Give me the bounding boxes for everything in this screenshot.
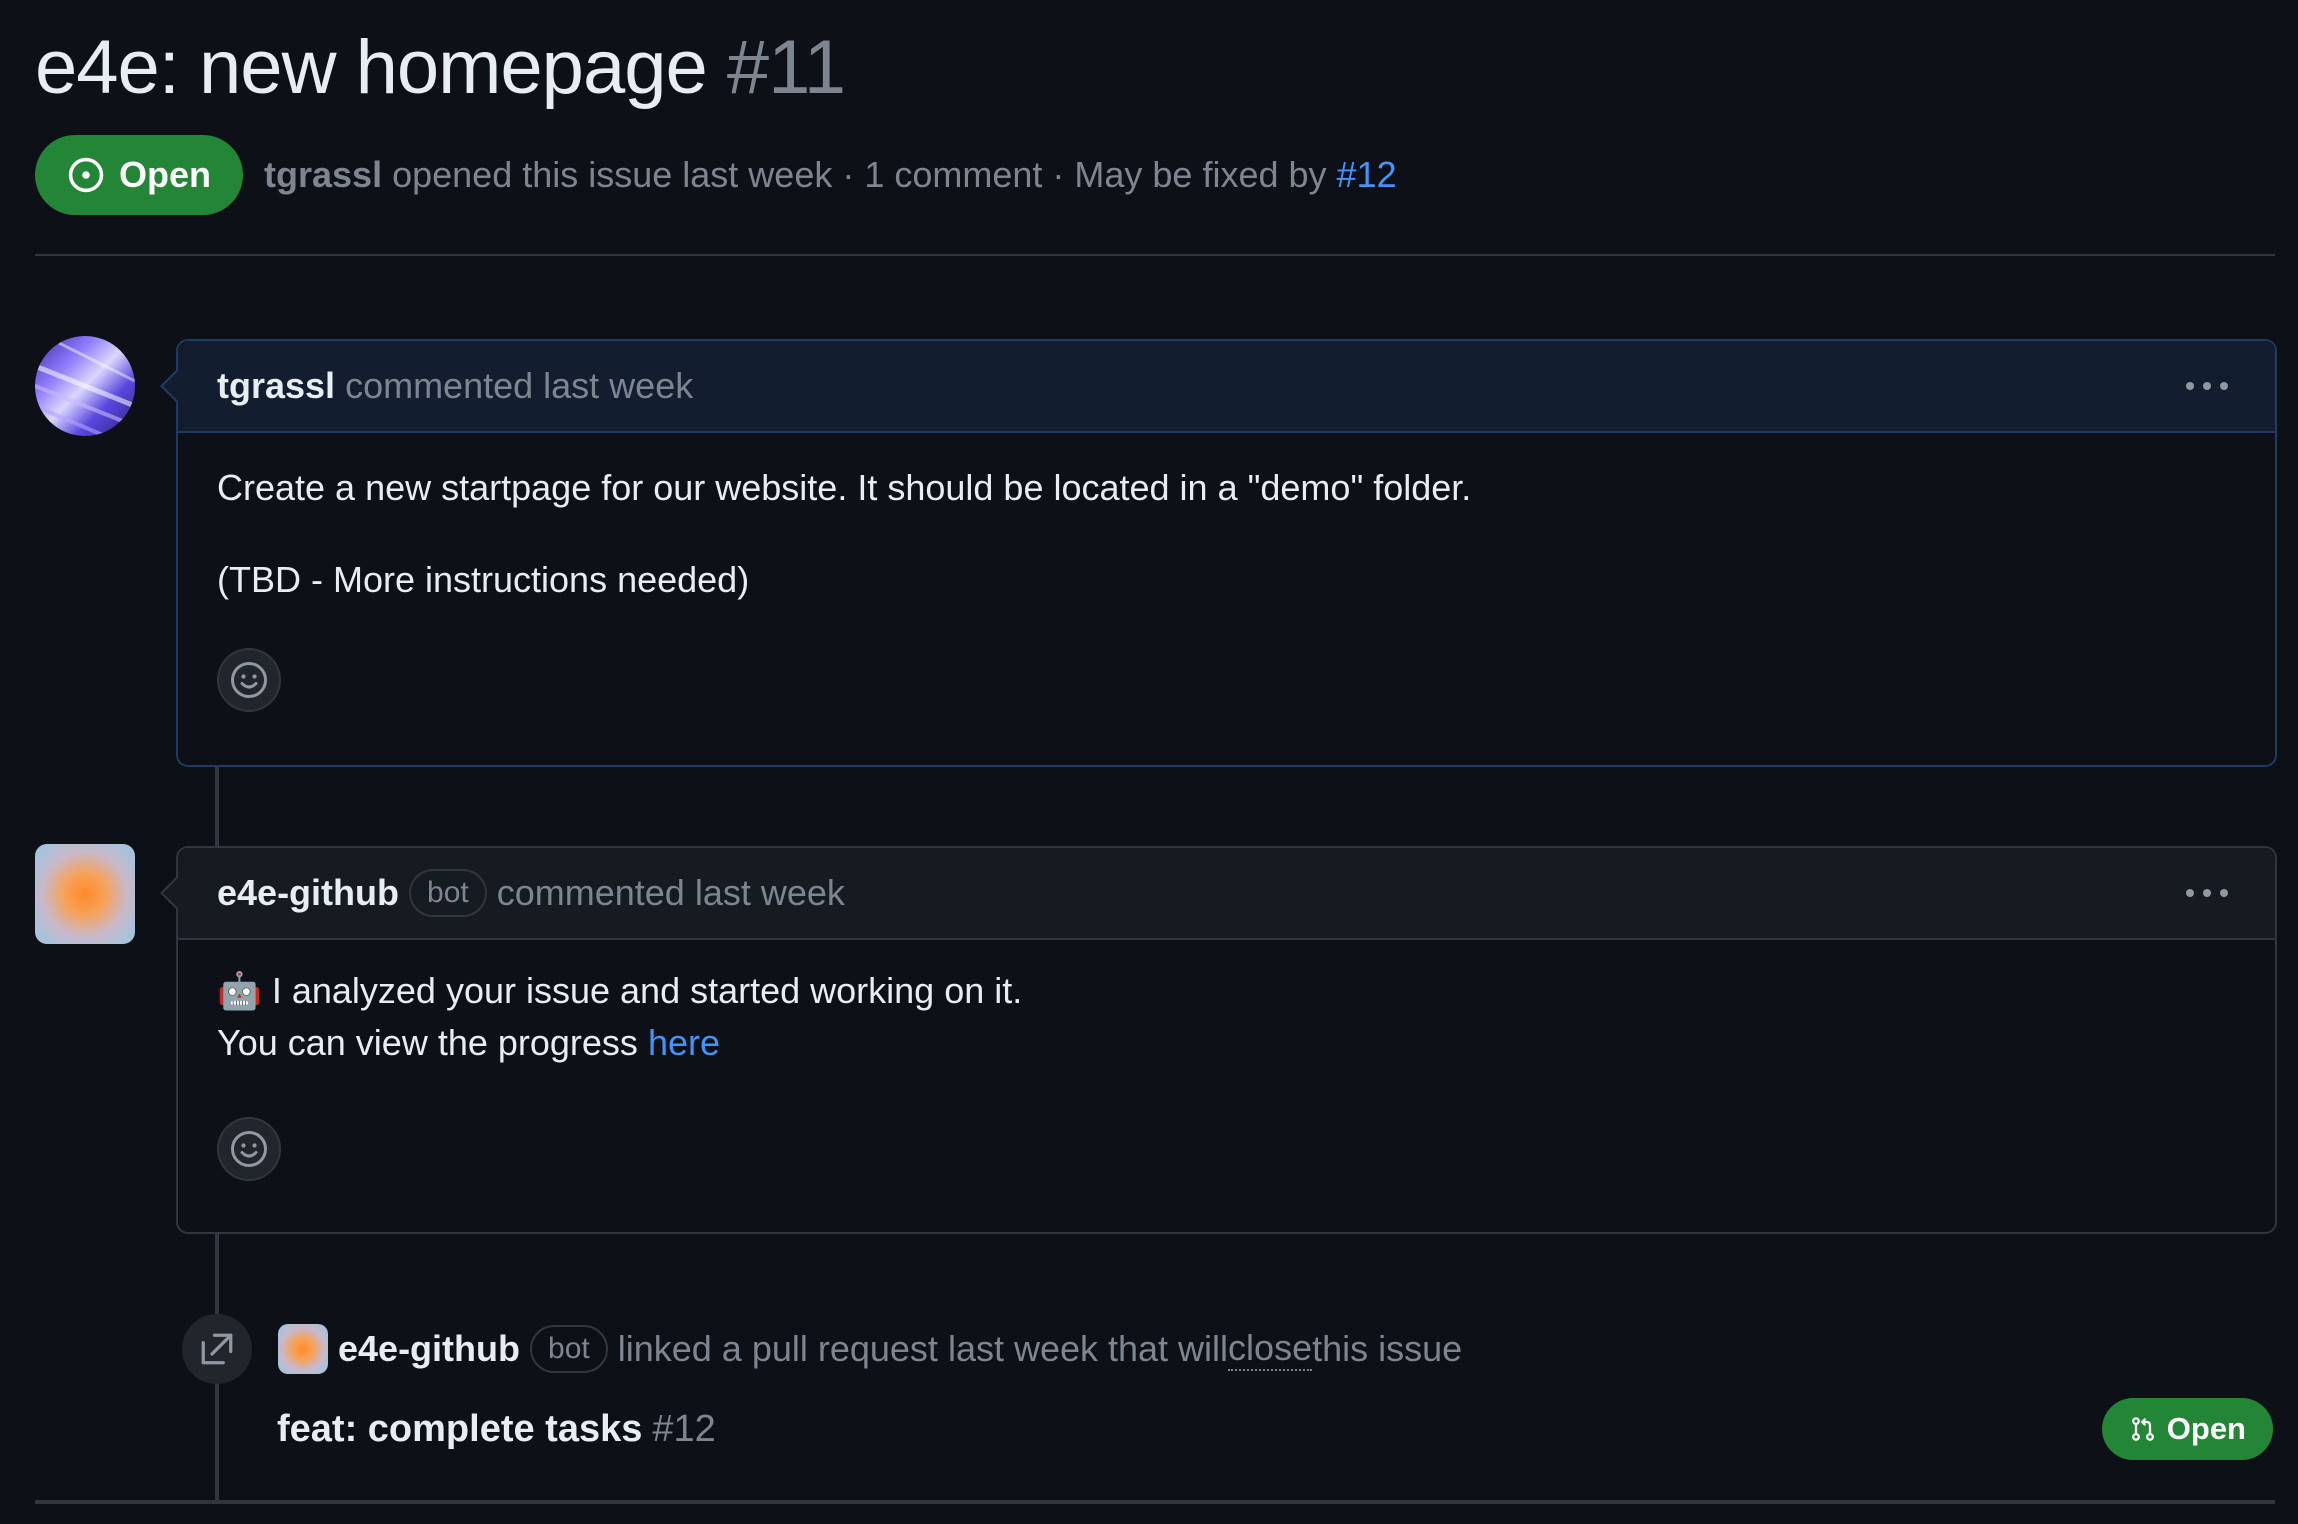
linked-pr-link[interactable]: #12 [1337,154,1397,195]
comment-text: You can view the progress [217,1022,648,1063]
issue-page: e4e: new homepage #11 Open tgrassl opene… [0,0,2298,1524]
linked-pr-row: feat: complete tasks #12 Open [277,1398,2273,1460]
gradient-avatar-icon [35,844,135,944]
actor-avatar[interactable] [278,1324,328,1374]
comment-body: Create a new startpage for our website. … [178,462,2275,712]
issue-meta-text: opened this issue last week · 1 comment … [382,154,1337,195]
comment-header: e4e-github bot commented last week [160,848,2275,940]
event-actor-link[interactable]: e4e-github [338,1328,520,1370]
kebab-horizontal-icon [2186,889,2228,897]
kebab-horizontal-icon [2186,382,2228,390]
more-options-button[interactable] [2185,341,2229,431]
pr-state-label: Open [2166,1411,2246,1446]
add-reaction-button[interactable] [217,648,281,712]
avatar[interactable] [35,336,135,436]
comment-card: e4e-github bot commented last week 🤖 I a… [160,846,2277,1234]
comment-header: tgrassl commented last week [160,341,2275,433]
issue-state-badge: Open [35,135,244,215]
issue-state-row: Open tgrassl opened this issue last week… [35,135,1397,215]
comment-timestamp[interactable]: commented last week [497,872,845,914]
issue-opened-icon [67,156,105,194]
pr-state-badge: Open [2101,1398,2273,1460]
comment-caret [160,368,179,404]
robot-emoji: 🤖 [217,970,262,1011]
issue-number: #11 [726,25,846,110]
event-text: linked a pull request last week that wil… [617,1328,1229,1369]
comment-body: 🤖 I analyzed your issue and started work… [178,965,2275,1181]
pr-number[interactable]: #12 [652,1408,715,1451]
bot-badge: bot [530,1325,608,1373]
comment-paragraph: 🤖 I analyzed your issue and started work… [217,965,2236,1017]
avatar[interactable] [35,844,135,944]
timeline-event: e4e-github bot linked a pull request las… [182,1314,1462,1384]
comment-card: tgrassl commented last week Create a new… [160,339,2277,767]
cross-reference-icon [182,1314,252,1384]
smiley-icon [231,1131,267,1167]
comment-paragraph: Create a new startpage for our website. … [217,467,1472,508]
event-text: this issue [1312,1328,1463,1369]
close-keyword[interactable]: close [1228,1327,1313,1371]
comment-text: I analyzed your issue and started workin… [271,970,1023,1011]
header-divider [35,254,2275,256]
comment-paragraph: (TBD - More instructions needed) [217,559,750,600]
add-reaction-button[interactable] [217,1117,281,1181]
comment-paragraph: You can view the progress here [217,1017,2236,1069]
comment-author-link[interactable]: e4e-github [217,872,399,914]
issue-meta: tgrassl opened this issue last week · 1 … [264,154,1397,196]
issue-title: e4e: new homepage #11 [35,18,846,118]
issue-title-text: e4e: new homepage [35,25,708,110]
comment-timestamp[interactable]: commented last week [345,365,693,407]
pr-title-link[interactable]: feat: complete tasks [277,1408,642,1451]
holographic-avatar-icon [35,336,135,436]
bot-badge: bot [409,869,487,917]
gradient-avatar-icon [278,1324,328,1374]
pull-request-icon [2129,1415,2157,1443]
issue-author-link[interactable]: tgrassl [264,154,382,195]
more-options-button[interactable] [2185,848,2229,938]
comment-author-link[interactable]: tgrassl [217,365,335,407]
progress-link[interactable]: here [648,1022,720,1063]
timeline-end-divider [35,1500,2275,1504]
smiley-icon [231,662,267,698]
issue-state-label: Open [119,154,212,195]
comment-caret [160,875,179,911]
